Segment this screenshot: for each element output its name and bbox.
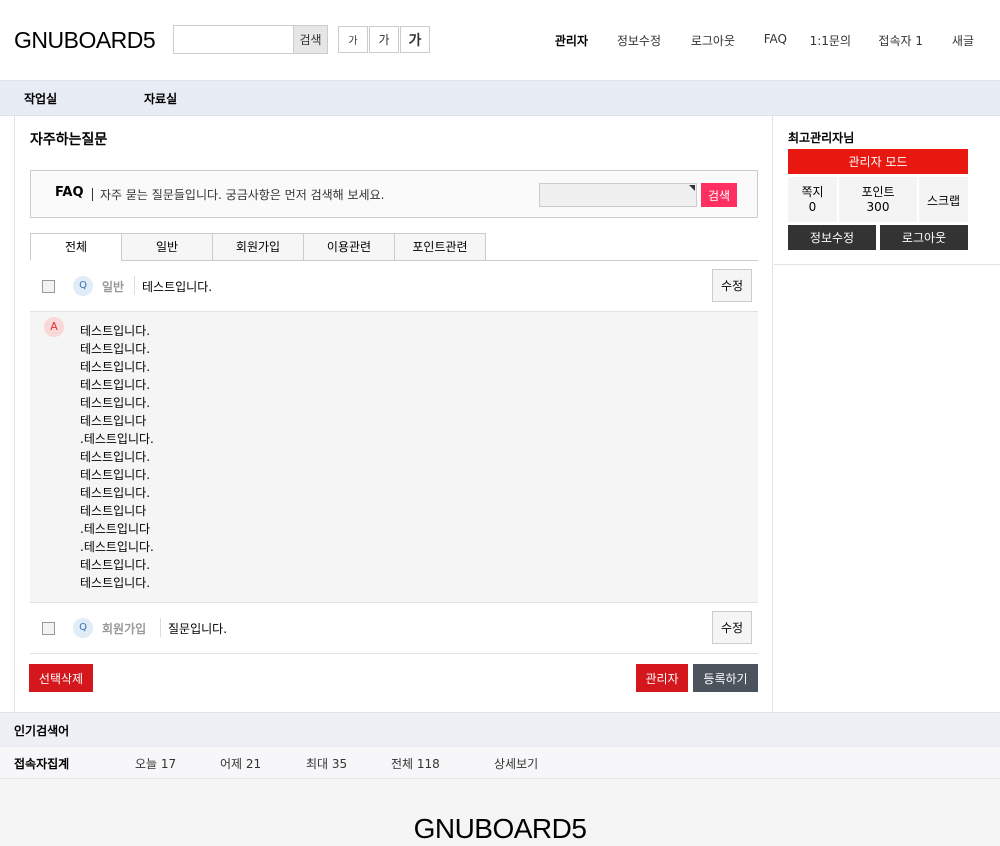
answer-line: 테스트입니다	[80, 504, 147, 518]
tnb-qa-link[interactable]: 1:1문의	[810, 32, 851, 49]
faq-header-title: FAQ	[55, 185, 84, 200]
header-search-input[interactable]	[174, 26, 294, 53]
question-category: 회원가입	[102, 622, 147, 636]
answer-line: 테스트입니다	[80, 414, 147, 428]
faq-header-description: 자주 묻는 질문들입니다. 궁금사항은 먼저 검색해 보세요.	[100, 188, 385, 202]
select-checkbox[interactable]	[42, 280, 55, 293]
font-large-button[interactable]: 가	[400, 26, 430, 53]
answer-icon: A	[44, 317, 64, 337]
tnb-new-posts-link[interactable]: 새글	[952, 32, 974, 49]
scrap-stat[interactable]: 스크랩	[919, 177, 968, 222]
user-stats: 쪽지 0 포인트 300 스크랩	[788, 177, 968, 222]
gnb-item-workroom[interactable]: 작업실	[24, 90, 57, 107]
scrap-label: 스크랩	[926, 194, 961, 208]
answer-line: 테스트입니다.	[80, 360, 151, 374]
corner-mark-icon	[689, 185, 695, 191]
divider	[134, 276, 135, 295]
memo-label: 쪽지	[801, 185, 824, 199]
answer-line: 테스트입니다.	[80, 378, 151, 392]
answer-line: .테스트입니다	[80, 522, 151, 536]
visit-today: 오늘 17	[135, 757, 177, 771]
logout-button[interactable]: 로그아웃	[880, 225, 968, 250]
main-nav: 작업실 자료실	[0, 80, 1000, 116]
tnb-profile-link[interactable]: 정보수정	[617, 32, 661, 49]
answer-text: 테스트입니다. 테스트입니다. 테스트입니다. 테스트입니다. 테스트입니다. …	[80, 322, 154, 592]
tnb-faq-link[interactable]: FAQ	[764, 32, 787, 46]
faq-category-tabs: 전체 일반 회원가입 이용관련 포인트관련	[30, 233, 758, 261]
gnb-item-archive[interactable]: 자료실	[144, 90, 177, 107]
divider	[92, 188, 93, 201]
visitor-stats-title: 접속자집계	[14, 757, 70, 771]
tab-signup[interactable]: 회원가입	[212, 233, 304, 261]
visit-total: 전체 118	[391, 757, 440, 771]
faq-question-row[interactable]: Q 일반 테스트입니다. 수정	[30, 261, 758, 312]
answer-line: .테스트입니다.	[80, 432, 154, 446]
faq-question-row[interactable]: Q 회원가입 질문입니다. 수정	[30, 603, 758, 654]
answer-line: 테스트입니다.	[80, 396, 151, 410]
user-greeting: 최고관리자님	[788, 131, 855, 145]
question-icon: Q	[73, 618, 93, 638]
answer-line: 테스트입니다.	[80, 576, 151, 590]
site-logo[interactable]: GNUBOARD5	[14, 27, 156, 54]
faq-answer: A 테스트입니다. 테스트입니다. 테스트입니다. 테스트입니다. 테스트입니다…	[30, 312, 758, 603]
point-count: 300	[866, 200, 890, 214]
footer: GNUBOARD5	[0, 779, 1000, 846]
header-search: 검색	[173, 25, 328, 54]
faq-header: FAQ 자주 묻는 질문들입니다. 궁금사항은 먼저 검색해 보세요. 검색	[30, 170, 758, 218]
tab-general[interactable]: 일반	[121, 233, 213, 261]
question-icon: Q	[73, 276, 93, 296]
visit-detail-link[interactable]: 상세보기	[494, 755, 538, 772]
answer-line: 테스트입니다.	[80, 324, 151, 338]
answer-line: 테스트입니다.	[80, 486, 151, 500]
answer-line: 테스트입니다.	[80, 468, 151, 482]
admin-mode-button[interactable]: 관리자 모드	[788, 149, 968, 174]
question-text[interactable]: 질문입니다.	[168, 620, 227, 637]
tab-all[interactable]: 전체	[30, 233, 122, 261]
delete-selected-button[interactable]: 선택삭제	[29, 664, 93, 692]
question-category: 일반	[102, 280, 125, 294]
header-search-button[interactable]: 검색	[293, 26, 327, 53]
divider	[160, 618, 161, 637]
answer-line: 테스트입니다.	[80, 450, 151, 464]
memo-stat[interactable]: 쪽지 0	[788, 177, 837, 222]
visit-max: 최대 35	[306, 757, 348, 771]
page-title: 자주하는질문	[30, 132, 108, 148]
faq-search-button[interactable]: 검색	[701, 183, 737, 207]
font-small-button[interactable]: 가	[338, 26, 368, 53]
header: GNUBOARD5 검색 가 가 가 관리자 정보수정 로그아웃 FAQ 1:1…	[0, 0, 1000, 80]
admin-button[interactable]: 관리자	[636, 664, 688, 692]
answer-line: 테스트입니다.	[80, 558, 151, 572]
tab-usage[interactable]: 이용관련	[303, 233, 395, 261]
edit-profile-button[interactable]: 정보수정	[788, 225, 876, 250]
tnb-admin-link[interactable]: 관리자	[555, 32, 588, 49]
point-stat[interactable]: 포인트 300	[839, 177, 917, 222]
edit-button[interactable]: 수정	[712, 611, 752, 644]
login-sidebar: 최고관리자님 관리자 모드 쪽지 0 포인트 300 스크랩 정보수정 로그아웃	[774, 116, 1000, 265]
point-label: 포인트	[861, 185, 895, 199]
answer-line: .테스트입니다.	[80, 540, 154, 554]
main-content: 자주하는질문 FAQ 자주 묻는 질문들입니다. 궁금사항은 먼저 검색해 보세…	[14, 116, 773, 712]
popular-search-bar: 인기검색어	[0, 712, 1000, 746]
popular-search-title: 인기검색어	[14, 724, 70, 738]
register-button[interactable]: 등록하기	[693, 664, 758, 692]
answer-line: 테스트입니다.	[80, 342, 151, 356]
select-checkbox[interactable]	[42, 622, 55, 635]
font-medium-button[interactable]: 가	[369, 26, 399, 53]
visit-yesterday: 어제 21	[220, 757, 262, 771]
tab-points[interactable]: 포인트관련	[394, 233, 486, 261]
visitor-stats-bar: 접속자집계 오늘 17 어제 21 최대 35 전체 118 상세보기	[0, 746, 1000, 779]
question-text[interactable]: 테스트입니다.	[142, 278, 212, 295]
memo-count: 0	[808, 200, 817, 214]
tnb-visitors-link[interactable]: 접속자 1	[878, 32, 923, 49]
faq-search-input[interactable]	[539, 183, 697, 207]
edit-button[interactable]: 수정	[712, 269, 752, 302]
tnb-logout-link[interactable]: 로그아웃	[691, 32, 735, 49]
footer-logo: GNUBOARD5	[413, 813, 587, 844]
